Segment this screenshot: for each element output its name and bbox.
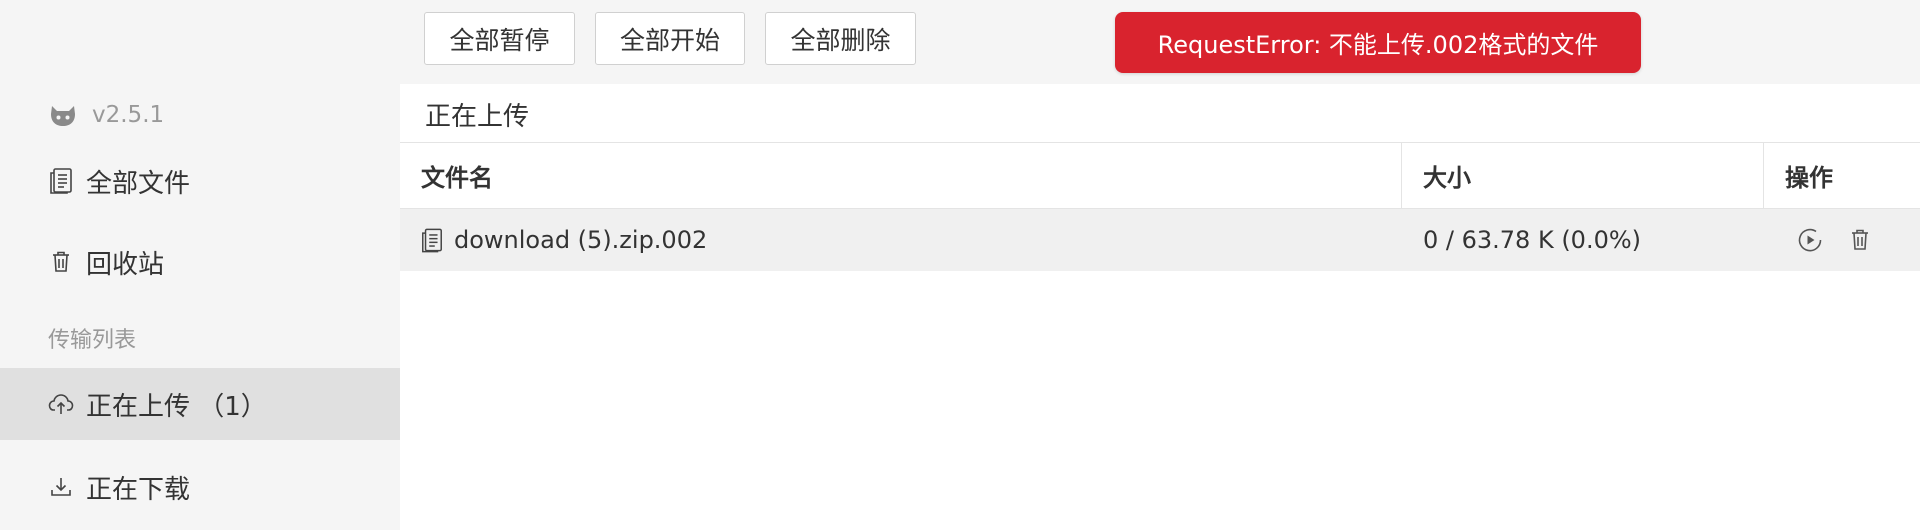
github-icon[interactable]: [48, 100, 78, 130]
error-toast: RequestError: 不能上传.002格式的文件: [1115, 12, 1641, 73]
start-all-button[interactable]: 全部开始: [595, 12, 745, 65]
sidebar-item-downloading[interactable]: 正在下载: [0, 451, 400, 523]
sidebar-item-label: 回收站: [86, 249, 165, 280]
column-header-actions: 操作: [1763, 143, 1920, 208]
page-title: 正在上传: [425, 102, 530, 132]
cloud-upload-icon: [48, 391, 74, 417]
main-panel: 全部暂停 全部开始 全部删除 RequestError: 不能上传.002格式的…: [400, 0, 1920, 530]
trash-icon: [48, 249, 74, 275]
file-size: 0 / 63.78 K (0.0%): [1423, 226, 1642, 254]
delete-all-button[interactable]: 全部删除: [765, 12, 916, 65]
document-icon: [48, 168, 74, 194]
actions-cell: [1763, 209, 1920, 271]
sidebar-item-label: 全部文件: [86, 168, 191, 199]
play-icon[interactable]: [1796, 226, 1824, 254]
trash-icon[interactable]: [1846, 226, 1874, 254]
sidebar-item-recycle-bin[interactable]: 回收站: [0, 226, 400, 298]
section-label-transfer-list: 传输列表: [48, 328, 137, 353]
download-icon: [48, 474, 74, 500]
upload-table: 文件名 大小 操作 download (5).zip.002 0 / 63.78…: [400, 142, 1920, 271]
sidebar-item-label: 正在下载: [86, 474, 191, 505]
sidebar-item-label: 正在上传 （1）: [86, 391, 267, 422]
column-header-filename: 文件名: [421, 164, 493, 192]
sidebar: v2.5.1 全部文件 回收站 传输列表 正在上传 （1） 正在下载: [0, 0, 400, 530]
file-name: download (5).zip.002: [454, 226, 708, 254]
sidebar-item-uploading[interactable]: 正在上传 （1）: [0, 368, 400, 440]
version-text: v2.5.1: [92, 102, 165, 128]
pause-all-button[interactable]: 全部暂停: [424, 12, 575, 65]
version-info: v2.5.1: [48, 98, 164, 132]
sidebar-item-all-files[interactable]: 全部文件: [0, 145, 400, 217]
table-header: 文件名 大小 操作: [400, 142, 1920, 209]
file-icon: [420, 227, 444, 254]
column-header-size: 大小: [1401, 143, 1763, 208]
file-name-cell: download (5).zip.002: [400, 209, 1401, 271]
table-row: download (5).zip.002 0 / 63.78 K (0.0%): [400, 209, 1920, 271]
